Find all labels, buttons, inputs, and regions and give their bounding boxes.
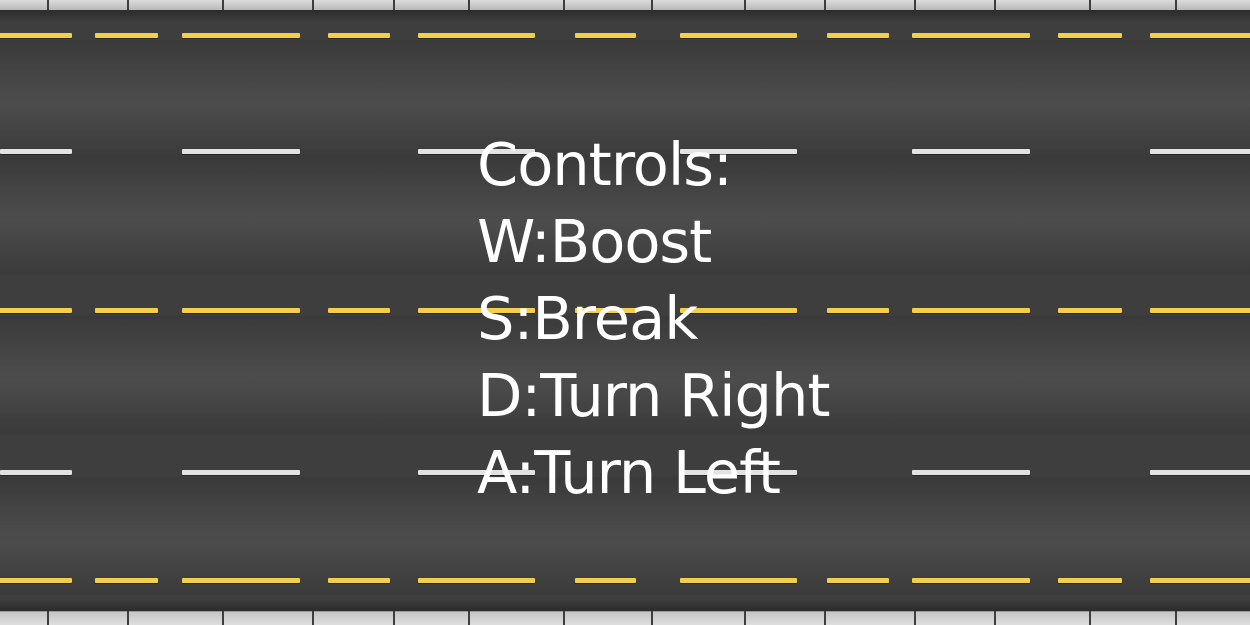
curb-block [470,611,564,625]
yellow-lane-dash [1058,578,1122,583]
control-boost: W:Boost [477,207,712,276]
curb-block [915,611,995,625]
yellow-lane-dash [912,33,1030,38]
curb-block [49,611,128,625]
yellow-lane-dash [1150,578,1250,583]
yellow-lane-dash [1150,308,1250,313]
controls-title: Controls: [477,130,733,199]
white-lane-dash [912,149,1030,154]
curb-block [1176,611,1250,625]
curb-block [224,611,313,625]
control-turn-right: D:Turn Right [477,361,831,430]
yellow-lane-dash [575,578,636,583]
yellow-lane-dash [575,33,636,38]
yellow-lane-dash [827,578,889,583]
yellow-lane-line-bottom [0,578,1250,583]
curb-block [1091,611,1175,625]
top-curb [0,0,1250,11]
yellow-lane-dash [680,578,797,583]
curb-block [996,611,1090,625]
yellow-lane-dash [827,33,889,38]
control-turn-left: A:Turn Left [477,438,781,507]
white-lane-dash [0,470,72,475]
yellow-lane-dash [182,308,300,313]
curb-block [745,611,824,625]
white-lane-dash [912,470,1030,475]
curb-block [394,611,469,625]
yellow-lane-dash [912,578,1030,583]
yellow-lane-dash [95,578,158,583]
controls-overlay: Controls: W:Boost S:Break D:Turn Right A… [477,126,897,511]
yellow-lane-dash [0,33,72,38]
curb-block [653,611,744,625]
curb-block [825,611,914,625]
yellow-lane-dash [328,578,390,583]
yellow-lane-dash [0,578,72,583]
yellow-lane-dash [328,33,390,38]
white-lane-dash [182,149,300,154]
curb-block [0,611,47,625]
game-scene: Controls: W:Boost S:Break D:Turn Right A… [0,0,1250,625]
white-lane-dash [0,149,72,154]
white-lane-dash [1150,470,1250,475]
curb-block [129,611,223,625]
curb-block [565,611,652,625]
yellow-lane-dash [418,578,535,583]
yellow-lane-dash [182,578,300,583]
yellow-lane-dash [1058,33,1122,38]
bottom-curb [0,611,1250,625]
curb-block [314,611,393,625]
yellow-lane-dash [418,33,535,38]
top-road-shadow [0,10,1250,22]
yellow-lane-dash [1058,308,1122,313]
yellow-lane-dash [680,33,797,38]
yellow-lane-dash [182,33,300,38]
yellow-lane-line-top [0,33,1250,38]
yellow-lane-dash [1150,33,1250,38]
yellow-lane-dash [95,33,158,38]
yellow-lane-dash [95,308,158,313]
control-brake: S:Break [477,284,698,353]
yellow-lane-dash [328,308,390,313]
white-lane-dash [182,470,300,475]
white-lane-dash [1150,149,1250,154]
yellow-lane-dash [0,308,72,313]
yellow-lane-dash [912,308,1030,313]
bottom-road-shadow [0,599,1250,611]
